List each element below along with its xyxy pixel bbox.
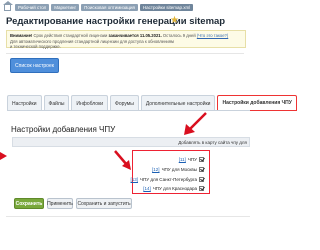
row-label: ЧПУ для Санкт-Петербурга: [140, 176, 197, 182]
warning-line-1: Внимание! Срок действия стандартной лице…: [10, 33, 242, 39]
divider: [6, 53, 244, 54]
list-item: [12] ЧПУ для Москвы: [152, 165, 204, 173]
warning-text: Срок действия стандартной лицензии: [32, 33, 108, 38]
page-title: Редактирование настройки генерации sitem…: [6, 16, 226, 27]
row-checkbox[interactable]: [199, 166, 204, 172]
breadcrumb-item[interactable]: Маркетинг: [51, 4, 80, 11]
form-actions: Сохранить Применить Сохранить и запустит…: [14, 198, 132, 209]
row-id-link[interactable]: [13]: [131, 177, 139, 182]
red-arrow-annotation: [114, 150, 131, 170]
list-item: [14] ЧПУ для Краснодара: [143, 184, 204, 192]
red-arrow-annotation: [0, 152, 7, 160]
section-title: Настройки добавления ЧПУ: [11, 125, 116, 134]
favorite-star-icon[interactable]: ★: [170, 15, 179, 26]
row-id-link[interactable]: [11]: [179, 157, 186, 162]
apply-button[interactable]: Применить: [47, 198, 73, 209]
warning-days: Осталось 9 дней: [161, 33, 196, 38]
warning-date: заканчивается 11.05.2021.: [107, 33, 162, 38]
row-checkbox[interactable]: [199, 176, 204, 182]
divider: [6, 216, 250, 217]
license-warning: Внимание! Срок действия стандартной лице…: [6, 30, 246, 49]
tab-bar: Настройки Файлы Инфоблоки Форумы Дополни…: [7, 95, 299, 111]
tab-chpu-settings[interactable]: Настройки добавления ЧПУ: [217, 95, 297, 111]
save-button[interactable]: Сохранить: [14, 198, 44, 209]
warning-help-link[interactable]: (Что это такое?): [197, 33, 228, 38]
breadcrumb: Рабочий стол Маркетинг Поисковая оптимиз…: [3, 0, 194, 12]
row-label: ЧПУ для Москвы: [161, 166, 197, 172]
tab-settings[interactable]: Настройки: [7, 95, 42, 111]
row-id-link[interactable]: [14]: [143, 186, 151, 191]
tab-forums[interactable]: Форумы: [110, 95, 139, 111]
save-and-run-button[interactable]: Сохранить и запустить: [76, 198, 132, 209]
list-item: [13] ЧПУ для Санкт-Петербурга: [131, 175, 204, 183]
row-id-link[interactable]: [12]: [152, 167, 160, 172]
red-arrow-annotation: [184, 112, 207, 135]
tab-additional-settings[interactable]: Дополнительные настройки: [140, 95, 216, 111]
breadcrumb-item[interactable]: Рабочий стол: [15, 4, 50, 11]
tab-files[interactable]: Файлы: [43, 95, 70, 111]
row-checkbox[interactable]: [199, 185, 204, 191]
row-checkbox[interactable]: [199, 156, 204, 162]
row-label: ЧПУ для Краснодара: [152, 185, 197, 191]
chpu-options-highlight: [11] ЧПУ [12] ЧПУ для Москвы [13] ЧПУ дл…: [131, 150, 210, 194]
warning-prefix: Внимание!: [10, 33, 33, 38]
row-label: ЧПУ: [187, 156, 197, 162]
breadcrumb-item[interactable]: Настройки sitemap.xml: [139, 4, 194, 11]
breadcrumb-item[interactable]: Поисковая оптимизация: [81, 4, 138, 11]
tabs-baseline: [7, 110, 250, 111]
back-to-list-button[interactable]: Список настроек: [10, 58, 59, 73]
tab-iblocks[interactable]: Инфоблоки: [71, 95, 109, 111]
home-icon[interactable]: [3, 0, 13, 11]
warning-line-3: и технической поддержке.: [10, 44, 61, 49]
table-header: Добавлять в карту сайта чпу для: [12, 137, 250, 147]
list-item: [11] ЧПУ: [179, 155, 204, 163]
